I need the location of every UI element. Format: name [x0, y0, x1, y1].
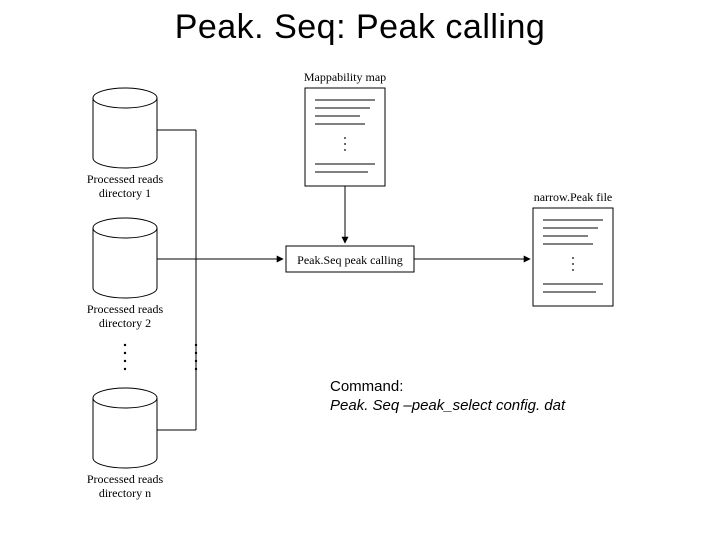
cylinder-dir1 [93, 88, 157, 168]
cylinder-dir2 [93, 218, 157, 298]
doc-output [533, 208, 613, 306]
connectors-left [157, 130, 283, 430]
diagram-stage: Peak. Seq: Peak calling Processed reads … [0, 0, 720, 540]
doc-mappability [305, 88, 385, 186]
diagram-svg [0, 0, 720, 540]
ellipsis-left [124, 344, 126, 370]
cylinder-dirn [93, 388, 157, 468]
process-box [286, 246, 414, 272]
